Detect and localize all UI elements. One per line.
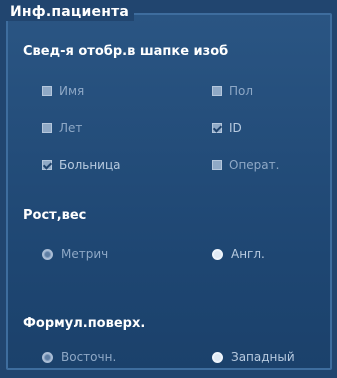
radio-western-label: Западный (231, 350, 295, 364)
checkbox-hospital-box[interactable] (42, 160, 52, 170)
checkbox-age[interactable]: Лет (42, 121, 82, 135)
height-weight-title: Рост,вес (23, 208, 87, 223)
radio-western-dot[interactable] (212, 351, 223, 363)
panel-title: Инф.пациента (6, 3, 135, 21)
checkbox-age-box[interactable] (42, 123, 52, 133)
checkbox-id-label: ID (229, 121, 242, 135)
checkbox-sex-box[interactable] (212, 86, 222, 96)
checkbox-name-box[interactable] (42, 86, 52, 96)
radio-western[interactable]: Западный (212, 350, 295, 364)
checkbox-sex-label: Пол (229, 84, 254, 98)
radio-metric-dot[interactable] (42, 248, 53, 260)
checkbox-id[interactable]: ID (212, 121, 242, 135)
radio-eastern-label: Восточн. (61, 350, 117, 364)
radio-english-dot[interactable] (212, 248, 223, 260)
checkbox-hospital-label: Больница (59, 158, 121, 172)
header-display-title: Свед-я отобр.в шапке изоб (23, 44, 229, 59)
checkbox-operator-label: Операт. (229, 158, 280, 172)
radio-metric[interactable]: Метрич (42, 247, 108, 261)
radio-english[interactable]: Англ. (212, 247, 265, 261)
surface-formula-title: Формул.поверх. (23, 316, 146, 331)
checkbox-hospital[interactable]: Больница (42, 158, 120, 172)
checkbox-name[interactable]: Имя (42, 84, 84, 98)
checkbox-operator[interactable]: Операт. (212, 158, 279, 172)
radio-eastern-dot[interactable] (42, 351, 53, 363)
checkbox-operator-box[interactable] (212, 160, 222, 170)
checkbox-age-label: Лет (59, 121, 83, 135)
radio-english-label: Англ. (231, 247, 265, 261)
checkbox-name-label: Имя (59, 84, 85, 98)
radio-eastern[interactable]: Восточн. (42, 350, 116, 364)
radio-metric-label: Метрич (61, 247, 109, 261)
checkbox-sex[interactable]: Пол (212, 84, 253, 98)
checkbox-id-box[interactable] (212, 123, 222, 133)
